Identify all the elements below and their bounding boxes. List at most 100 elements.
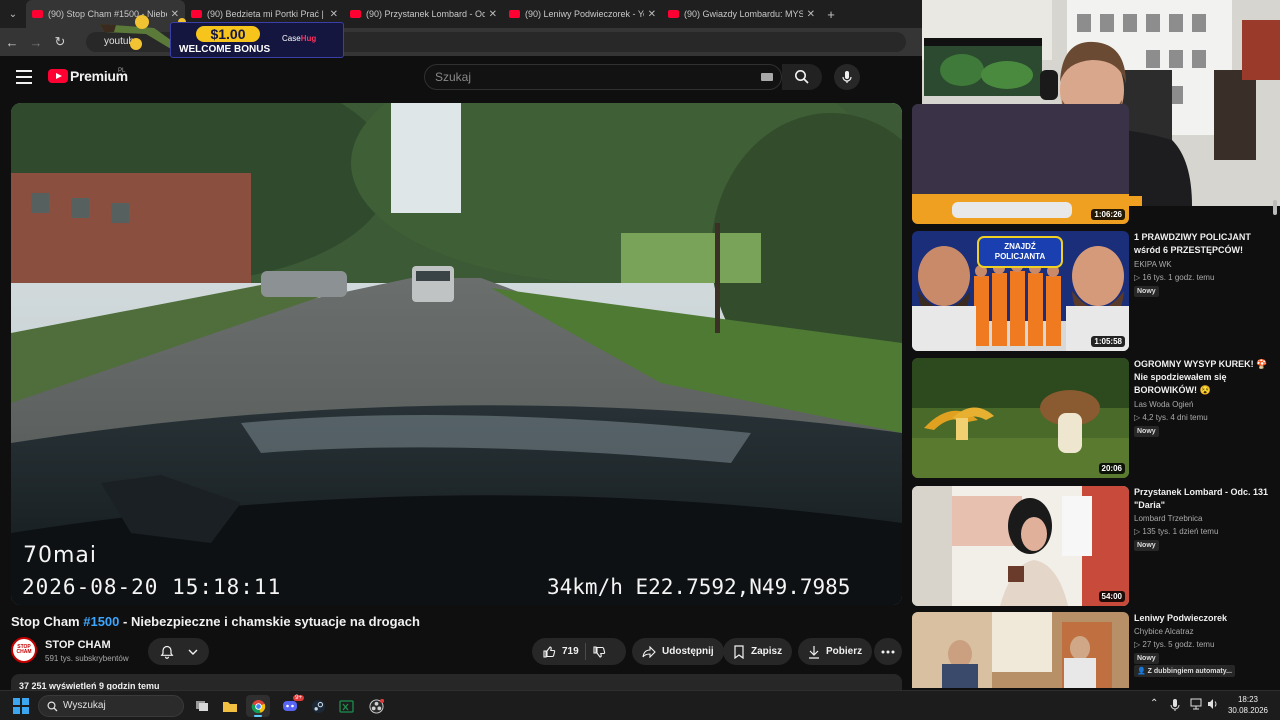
ad-text: WELCOME BONUS <box>179 44 271 55</box>
video-title[interactable]: OGROMNY WYSYP KUREK! 🍄 Nie spodziewałem … <box>1134 358 1272 397</box>
channel-name[interactable]: Las Woda Ogień <box>1134 400 1193 409</box>
divider <box>584 643 586 660</box>
search-button[interactable] <box>782 64 822 90</box>
video-thumbnail[interactable]: ZNAJDŹ POLICJANTA 1:05:58 <box>912 231 1129 351</box>
like-icon[interactable] <box>542 645 556 659</box>
screen: ⌄ (90) Stop Cham #1500 - Niebe ✕ (90) Be… <box>0 0 1280 720</box>
thumbnail-image <box>912 612 1129 688</box>
recommendation-item[interactable]: 1:06:26 <box>912 104 1280 226</box>
recommendation-item[interactable]: ZNAJDŹ POLICJANTA 1:05:58 1 PRAWDZIWY PO… <box>912 231 1280 353</box>
like-count[interactable]: 719 <box>562 646 579 657</box>
notification-badge: 9+ <box>293 695 304 701</box>
close-tab-icon[interactable]: ✕ <box>648 9 656 20</box>
menu-icon[interactable] <box>16 70 32 84</box>
clock-date: 30.08.2026 <box>1227 706 1269 715</box>
channel-name[interactable]: Chybice Alcatraz <box>1134 627 1194 636</box>
new-tab-button[interactable]: + <box>821 7 841 22</box>
keyboard-icon[interactable] <box>761 73 773 81</box>
download-button[interactable]: Pobierz <box>798 638 873 665</box>
obs-icon[interactable] <box>364 695 388 717</box>
view-count: 37 251 wyświetleń 9 godzin temu <box>19 681 160 691</box>
youtube-logo[interactable]: Premium <box>48 68 128 84</box>
auto-dub-badge: 👤 Z dubbingiem automaty... <box>1134 665 1235 677</box>
microphone-tray-icon[interactable] <box>1170 698 1180 712</box>
tab-title: (90) Gwiazdy Lombardu: MYSTE <box>684 9 803 19</box>
youtube-favicon-icon <box>32 10 43 18</box>
channel-name[interactable]: Lombard Trzebnica <box>1134 514 1202 523</box>
tab-search-icon[interactable]: ⌄ <box>0 0 26 28</box>
search-input[interactable]: Szukaj <box>424 64 782 90</box>
reload-icon[interactable]: ↻ <box>48 28 72 56</box>
video-stats: ▷ 135 tys. 1 dzień temu <box>1134 527 1219 536</box>
voice-search-button[interactable] <box>834 64 860 90</box>
title-suffix: - Niebezpieczne i chamskie sytuacje na d… <box>119 614 420 629</box>
steam-icon[interactable] <box>306 695 330 717</box>
forward-icon[interactable]: → <box>24 28 48 56</box>
video-thumbnail[interactable]: 20:06 <box>912 358 1129 478</box>
avatar-text: STOP CHAM <box>16 644 32 655</box>
excel-icon[interactable] <box>334 695 358 717</box>
back-icon[interactable]: ← <box>0 28 24 56</box>
browser-tab[interactable]: (90) Gwiazdy Lombardu: MYSTE ✕ <box>662 0 821 28</box>
chrome-icon[interactable] <box>246 695 270 717</box>
taskbar-search-input[interactable]: Wyszukaj <box>38 695 184 717</box>
thumbnail-image <box>912 358 1129 478</box>
close-tab-icon[interactable]: ✕ <box>489 9 497 20</box>
tray-chevron-icon[interactable]: ⌃ <box>1150 698 1158 709</box>
youtube-favicon-icon <box>509 10 520 18</box>
video-player[interactable]: 70mai 2026-08-20 15:18:11 34km/h E22.759… <box>11 103 902 605</box>
browser-tab[interactable]: (90) Leniwy Podwieczorek - You ✕ <box>503 0 662 28</box>
tab-title: (90) Przystanek Lombard - Odc <box>366 9 485 19</box>
search-icon <box>795 70 809 84</box>
ad-banner[interactable]: $1.00 WELCOME BONUS CaseHug <box>86 14 344 60</box>
video-stats: ▷ 16 tys. 1 godz. temu <box>1134 273 1215 282</box>
video-description-header[interactable]: 37 251 wyświetleń 9 godzin temu <box>11 674 902 690</box>
video-duration: 1:06:26 <box>1091 209 1125 220</box>
video-title[interactable]: 1 PRAWDZIWY POLICJANT wśród 6 PRZESTĘPCÓ… <box>1134 231 1272 257</box>
sidebar-scrollbar[interactable] <box>1273 200 1277 215</box>
hashtag-link[interactable]: #1500 <box>83 614 119 629</box>
video-title[interactable]: Leniwy Podwieczorek <box>1134 612 1272 625</box>
system-clock[interactable]: 18:23 30.08.2026 <box>1224 694 1272 716</box>
search-placeholder: Szukaj <box>435 70 472 84</box>
video-thumbnail[interactable] <box>912 612 1129 688</box>
clock-time: 18:23 <box>1237 695 1259 704</box>
taskbar-search-text: Wyszukaj <box>63 700 106 711</box>
more-icon <box>881 650 895 653</box>
browser-tab[interactable]: (90) Przystanek Lombard - Odc ✕ <box>344 0 503 28</box>
discord-icon[interactable]: 9+ <box>278 695 304 717</box>
dashcam-brand: 70mai <box>23 543 98 568</box>
recommendation-item[interactable]: 54:00 Przystanek Lombard - Odc. 131 "Dar… <box>912 486 1280 608</box>
channel-avatar[interactable]: STOP CHAM <box>11 637 37 663</box>
network-icon[interactable] <box>1190 698 1202 710</box>
task-view-icon[interactable] <box>190 695 214 717</box>
share-icon <box>642 645 656 658</box>
video-thumbnail[interactable]: 54:00 <box>912 486 1129 606</box>
video-duration: 1:05:58 <box>1091 336 1125 347</box>
more-actions-button[interactable] <box>874 638 902 665</box>
download-label: Pobierz <box>826 646 863 657</box>
subscription-bell-button[interactable] <box>148 638 209 665</box>
ad-brand: CaseHug <box>282 34 316 43</box>
share-label: Udostępnij <box>662 646 714 657</box>
youtube-favicon-icon <box>668 10 679 18</box>
thumbnail-image <box>912 104 1129 224</box>
windows-start-icon[interactable] <box>13 698 29 714</box>
save-label: Zapisz <box>751 646 783 657</box>
channel-name[interactable]: STOP CHAM <box>45 639 111 651</box>
video-thumbnail[interactable]: 1:06:26 <box>912 104 1129 224</box>
share-button[interactable]: Udostępnij <box>632 638 724 665</box>
recommendation-item[interactable]: Leniwy Podwieczorek Chybice Alcatraz ▷ 2… <box>912 612 1280 688</box>
dislike-icon[interactable] <box>592 645 606 659</box>
close-tab-icon[interactable]: ✕ <box>807 9 815 20</box>
bell-icon <box>160 645 174 659</box>
file-explorer-icon[interactable] <box>218 695 242 717</box>
like-dislike-group: 719 <box>532 638 626 665</box>
volume-icon[interactable] <box>1207 698 1219 710</box>
channel-name[interactable]: EKIPA WK <box>1134 260 1172 269</box>
country-code: PL <box>118 68 126 74</box>
save-button[interactable]: Zapisz <box>723 638 793 665</box>
new-badge: Nowy <box>1134 286 1159 297</box>
recommendation-item[interactable]: 20:06 OGROMNY WYSYP KUREK! 🍄 Nie spodzie… <box>912 358 1280 480</box>
video-title[interactable]: Przystanek Lombard - Odc. 131 "Daria" <box>1134 486 1272 512</box>
